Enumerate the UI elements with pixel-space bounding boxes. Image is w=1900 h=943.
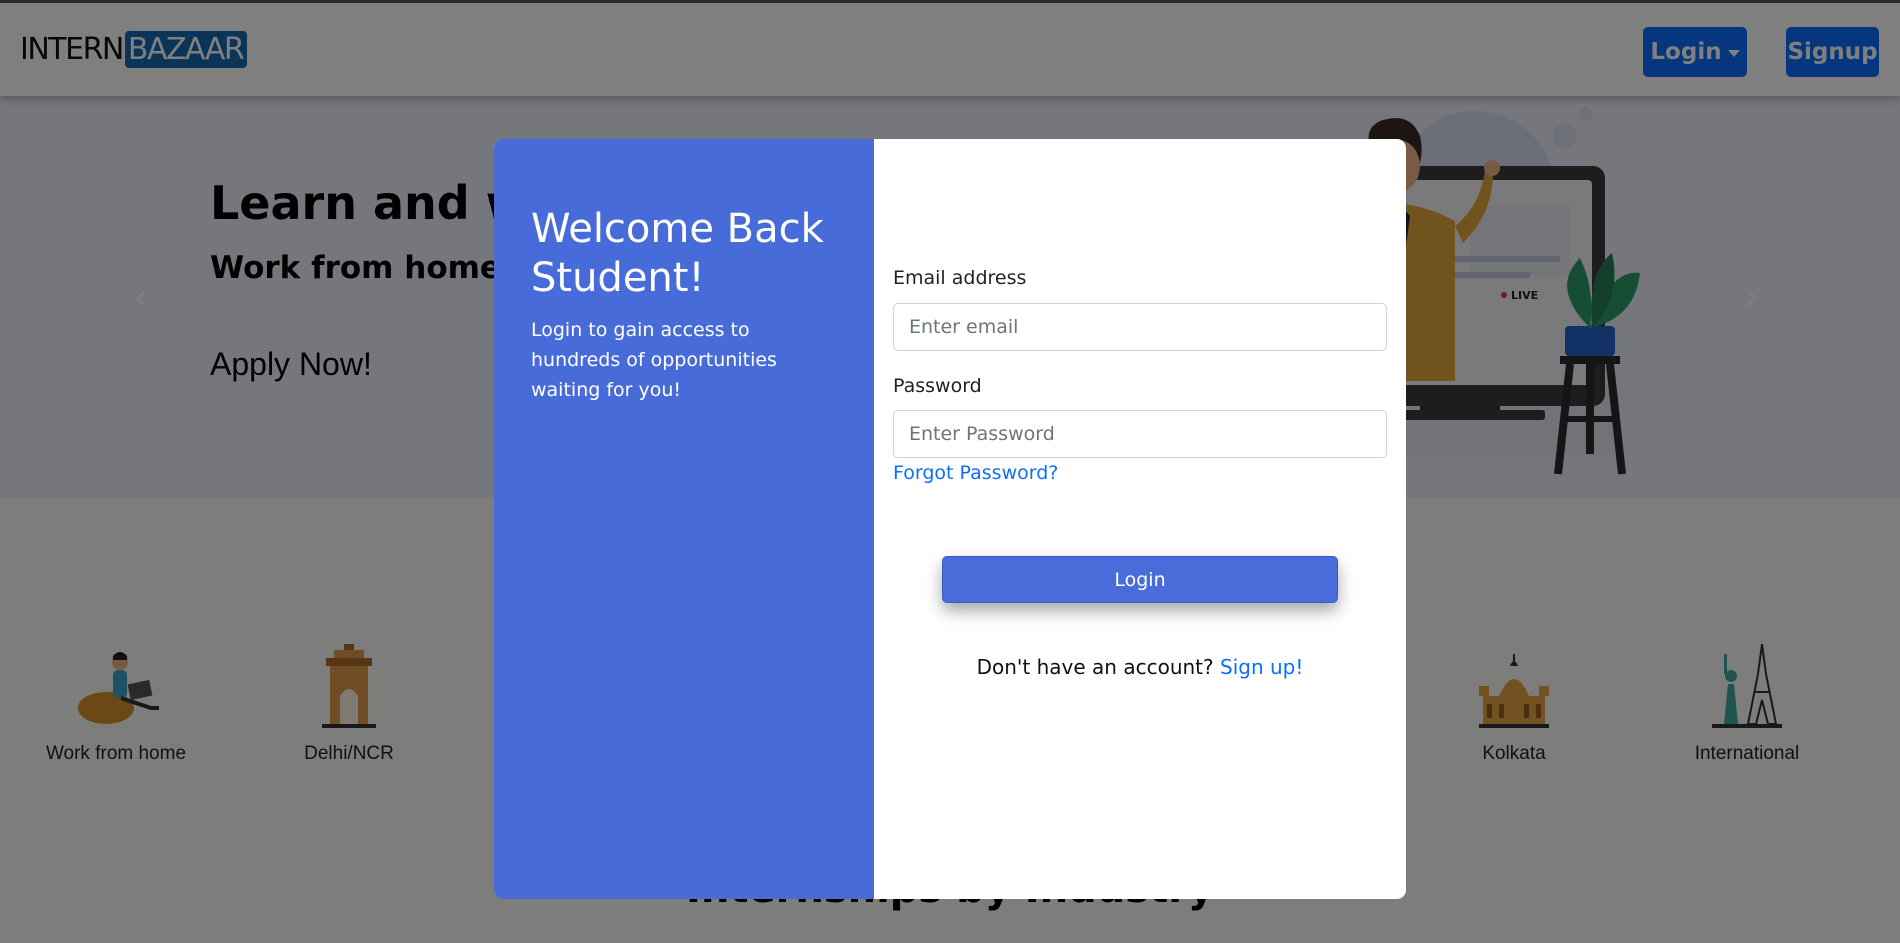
login-form: Email address Password Forgot Password? …: [874, 139, 1406, 899]
email-input[interactable]: [893, 303, 1387, 351]
signup-prompt: Don't have an account? Sign up!: [874, 655, 1406, 679]
signup-link[interactable]: Sign up!: [1220, 655, 1303, 679]
login-submit-button[interactable]: Login: [942, 556, 1338, 603]
modal-welcome-panel: Welcome Back Student! Login to gain acce…: [494, 139, 874, 899]
email-label: Email address: [893, 267, 1027, 289]
forgot-password-link[interactable]: Forgot Password?: [893, 462, 1058, 484]
login-modal: Welcome Back Student! Login to gain acce…: [494, 139, 1406, 899]
welcome-text: Login to gain access to hundreds of oppo…: [531, 319, 777, 401]
password-label: Password: [893, 375, 982, 397]
password-input[interactable]: [893, 410, 1387, 458]
welcome-title: Welcome Back Student!: [531, 206, 824, 301]
signup-prompt-text: Don't have an account?: [976, 655, 1214, 679]
